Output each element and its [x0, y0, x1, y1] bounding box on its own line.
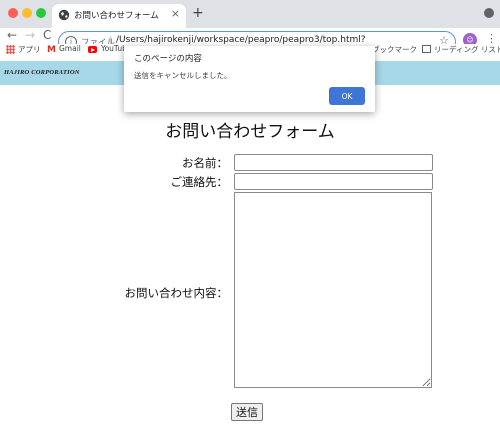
new-tab-button[interactable]: +: [192, 5, 204, 21]
inquiry-label: お問い合わせ内容：: [124, 286, 229, 300]
company-name: HAJIRO CORPORATION: [4, 69, 80, 76]
bookmark-gmail[interactable]: Gmail: [59, 44, 81, 53]
window-close-button[interactable]: [8, 8, 18, 18]
gmail-icon: M: [47, 45, 56, 55]
submit-button[interactable]: 送信: [231, 403, 263, 421]
tab-close-icon[interactable]: ×: [171, 7, 180, 20]
window-maximize-button[interactable]: [36, 8, 46, 18]
window-minimize-button[interactable]: [22, 8, 32, 18]
window-menu-icon[interactable]: [484, 8, 494, 18]
bookmark-folder[interactable]: ブックマーク: [372, 44, 417, 55]
forward-button[interactable]: →: [25, 28, 35, 42]
bookmark-apps[interactable]: アプリ: [18, 44, 41, 55]
browser-title-bar: お問い合わせフォーム × +: [0, 0, 500, 28]
reload-button[interactable]: C: [43, 28, 51, 42]
contact-label: ご連絡先：: [170, 175, 229, 189]
ok-button[interactable]: OK: [329, 87, 365, 105]
dialog-message: 送信をキャンセルしました。: [134, 71, 232, 80]
reading-list-button[interactable]: リーディング リスト: [434, 44, 500, 55]
back-button[interactable]: ←: [7, 28, 17, 42]
apps-icon[interactable]: [6, 45, 15, 54]
tab-title: お問い合わせフォーム: [74, 11, 159, 21]
browser-tab[interactable]: お問い合わせフォーム ×: [52, 4, 186, 28]
inquiry-textarea[interactable]: [234, 192, 432, 388]
contact-input[interactable]: [234, 173, 433, 190]
reading-list-icon: [422, 45, 431, 53]
name-label: お名前：: [182, 156, 228, 170]
youtube-icon: [88, 46, 97, 53]
page-title: お問い合わせフォーム: [165, 122, 335, 142]
globe-icon: [58, 9, 70, 21]
name-input[interactable]: [234, 154, 433, 171]
dialog-title: このページの内容: [134, 54, 202, 64]
alert-dialog: このページの内容 送信をキャンセルしました。 OK: [124, 46, 375, 112]
